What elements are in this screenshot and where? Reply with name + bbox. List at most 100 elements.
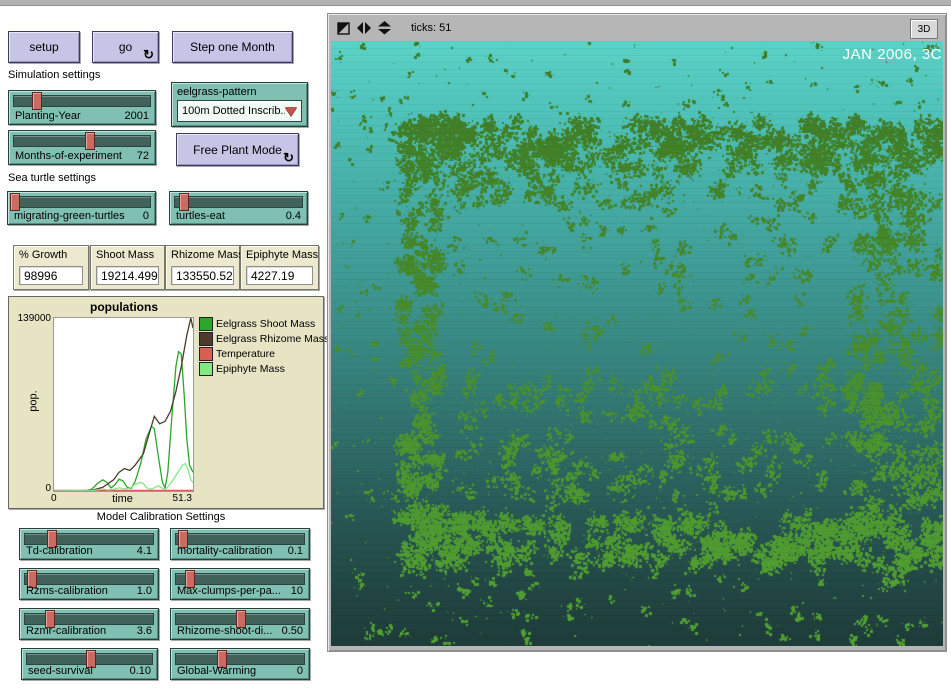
slider-value: 1.0 — [137, 585, 152, 597]
y-axis-label: pop. — [28, 390, 40, 411]
slider-label: mortality-calibration — [177, 545, 272, 557]
slider-value: 3.6 — [137, 625, 152, 637]
free-plant-mode-button[interactable]: Free Plant Mode ↻ — [176, 133, 299, 166]
slider-value: 2001 — [125, 110, 149, 122]
legend-swatch-temperature — [199, 347, 213, 361]
date-temperature-overlay: JAN 2006, 3C — [843, 46, 942, 63]
slider-track[interactable] — [12, 196, 151, 208]
rzms-calibration-slider[interactable]: Rzms-calibration 1.0 — [19, 568, 159, 600]
slider-label: Global-Warming — [177, 665, 256, 677]
monitor-label: Shoot Mass — [96, 249, 154, 261]
turtles-eat-slider[interactable]: turtles-eat 0.4 — [169, 191, 308, 225]
rhizome-shoot-slider[interactable]: Rhizome-shoot-di... 0.50 — [170, 608, 310, 640]
monitor-value: 19214.499 — [96, 266, 159, 285]
slider-label: Rhizome-shoot-di... — [177, 625, 272, 637]
populations-plot: populations 139000 0 pop. 0 time 51.3 Ee… — [8, 296, 324, 509]
slider-handle[interactable] — [179, 193, 189, 211]
slider-track[interactable] — [175, 533, 305, 545]
planting-year-slider[interactable]: Planting-Year 2001 — [8, 90, 156, 125]
plot-legend: Eelgrass Shoot Mass Eelgrass Rhizome Mas… — [199, 317, 329, 377]
view-vertical-resize-icon[interactable] — [378, 21, 391, 35]
slider-label: Rzmr-calibration — [26, 625, 106, 637]
ticks-counter: ticks: 51 — [411, 22, 451, 34]
rhizome-mass-monitor: Rhizome Mass 133550.52 — [165, 245, 240, 290]
view-horizontal-resize-icon[interactable] — [357, 22, 371, 34]
slider-value: 0.50 — [282, 625, 303, 637]
y-max-label: 139000 — [13, 313, 51, 324]
forever-icon: ↻ — [143, 48, 154, 61]
slider-track[interactable] — [175, 613, 305, 625]
step-one-month-button[interactable]: Step one Month — [172, 31, 293, 63]
slider-track[interactable] — [174, 196, 303, 208]
eelgrass-pattern-chooser[interactable]: eelgrass-pattern 100m Dotted Inscrib... — [171, 82, 308, 127]
sea-turtle-settings-label: Sea turtle settings — [8, 172, 96, 184]
legend-item: Epiphyte Mass — [199, 362, 329, 376]
seed-survival-slider[interactable]: seed-survival 0.10 — [21, 648, 158, 680]
view-speed-icon[interactable] — [337, 22, 350, 35]
months-of-experiment-slider[interactable]: Months-of-experiment 72 — [8, 130, 156, 165]
slider-track[interactable] — [26, 653, 153, 665]
monitor-value: 4227.19 — [246, 266, 313, 285]
slider-label: Months-of-experiment — [15, 150, 122, 162]
slider-value: 0.10 — [130, 665, 151, 677]
slider-track[interactable] — [13, 135, 151, 147]
slider-label: Planting-Year — [15, 110, 81, 122]
setup-button-label: setup — [29, 40, 58, 54]
slider-track[interactable] — [24, 533, 154, 545]
rzmr-calibration-slider[interactable]: Rzmr-calibration 3.6 — [19, 608, 159, 640]
slider-label: Rzms-calibration — [26, 585, 108, 597]
window-top-strip — [0, 0, 951, 6]
world-canvas[interactable] — [331, 41, 943, 646]
slider-value: 0.1 — [288, 545, 303, 557]
td-calibration-slider[interactable]: Td-calibration 4.1 — [19, 528, 159, 560]
monitor-label: Rhizome Mass — [171, 249, 244, 261]
chevron-down-icon — [285, 107, 297, 116]
global-warming-slider[interactable]: Global-Warming 0 — [170, 648, 310, 680]
slider-label: turtles-eat — [176, 210, 225, 222]
plot-lines — [54, 318, 193, 491]
chooser-value: 100m Dotted Inscrib... — [182, 105, 285, 117]
legend-item: Temperature — [199, 347, 329, 361]
monitor-value: 133550.52 — [171, 266, 234, 285]
monitor-label: Epiphyte Mass — [246, 249, 318, 261]
x-max-label: 51.3 — [162, 493, 192, 504]
legend-label: Eelgrass Shoot Mass — [216, 318, 315, 330]
slider-handle[interactable] — [85, 132, 95, 150]
legend-swatch-epiphyte — [199, 362, 213, 376]
step-one-month-label: Step one Month — [190, 40, 275, 54]
view-toolbar: ticks: 51 3D — [330, 16, 944, 40]
y-min-label: 0 — [33, 483, 51, 494]
netlogo-app: { "buttons": { "setup": "setup", "go": "… — [0, 0, 951, 688]
mortality-calibration-slider[interactable]: mortality-calibration 0.1 — [170, 528, 310, 560]
slider-value: 0.4 — [286, 210, 301, 222]
slider-value: 10 — [291, 585, 303, 597]
max-clumps-slider[interactable]: Max-clumps-per-pa... 10 — [170, 568, 310, 600]
go-button[interactable]: go ↻ — [92, 31, 159, 63]
slider-track[interactable] — [24, 573, 154, 585]
migrating-green-turtles-slider[interactable]: migrating-green-turtles 0 — [7, 191, 156, 225]
slider-handle[interactable] — [10, 193, 20, 211]
view-3d-button[interactable]: 3D — [910, 19, 938, 39]
slider-track[interactable] — [13, 95, 151, 107]
slider-track[interactable] — [175, 573, 305, 585]
world-view[interactable]: JAN 2006, 3C — [331, 41, 943, 646]
legend-item: Eelgrass Rhizome Mass — [199, 332, 329, 346]
world-view-frame: ticks: 51 3D JAN 2006, 3C — [327, 13, 947, 652]
legend-label: Eelgrass Rhizome Mass — [216, 333, 329, 345]
legend-label: Epiphyte Mass — [216, 363, 285, 375]
setup-button[interactable]: setup — [8, 31, 80, 63]
slider-value: 0 — [143, 210, 149, 222]
slider-handle[interactable] — [32, 92, 42, 110]
slider-track[interactable] — [175, 653, 305, 665]
slider-track[interactable] — [24, 613, 154, 625]
slider-value: 72 — [137, 150, 149, 162]
growth-monitor: % Growth 98996 — [13, 245, 89, 290]
free-plant-mode-label: Free Plant Mode — [193, 143, 282, 157]
legend-label: Temperature — [216, 348, 275, 360]
monitor-label: % Growth — [19, 249, 67, 261]
slider-value: 0 — [297, 665, 303, 677]
slider-label: migrating-green-turtles — [14, 210, 125, 222]
forever-icon: ↻ — [283, 151, 294, 164]
go-button-label: go — [119, 40, 132, 54]
chooser-dropdown[interactable]: 100m Dotted Inscrib... — [177, 100, 302, 122]
